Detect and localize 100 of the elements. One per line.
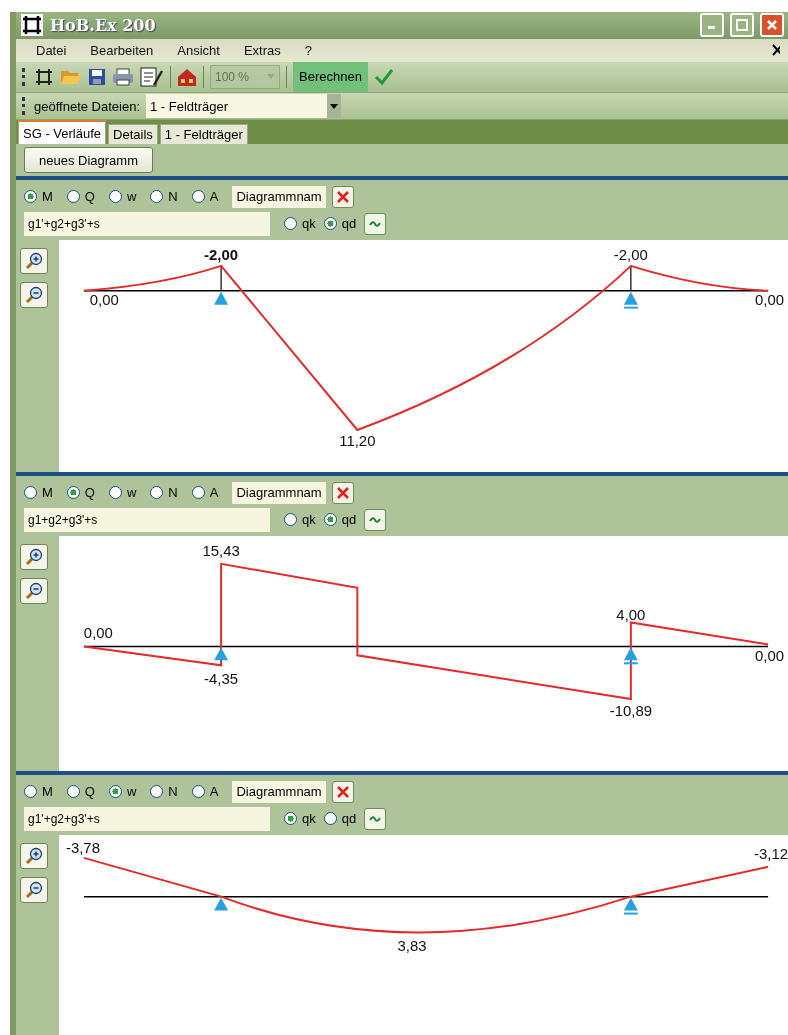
edit-document-icon[interactable] [140,66,164,87]
diagram-name-field[interactable]: Diagrammnam [232,186,326,208]
delete-button[interactable] [331,482,354,504]
value-label: -3,78 [65,839,100,856]
window-title: HoB.Ex 200 [50,15,157,35]
radio-button[interactable]: A [191,485,219,501]
frame-logo-icon [20,13,44,38]
curve-button[interactable] [364,808,387,830]
menu-item[interactable]: Datei [24,42,79,58]
support-icon [214,897,229,911]
calculate-button[interactable]: Berechnen [293,61,368,92]
radio-button[interactable]: qk [284,811,316,827]
zoom-in-icon [24,251,44,271]
frame-icon[interactable] [34,66,54,87]
ordinate-line [630,265,632,292]
close-icon [336,191,349,203]
value-label: -3,12 [754,845,788,862]
support-icon [214,291,229,305]
zoom-out-icon [24,880,44,900]
radio-button[interactable]: Q [66,784,95,800]
delete-button[interactable] [331,186,354,208]
curve-button[interactable] [364,213,387,235]
house-icon[interactable] [177,66,197,87]
radio-button[interactable]: qk [284,512,316,528]
menu-item[interactable]: Ansicht [165,42,232,58]
radio-button[interactable]: M [24,485,53,501]
close-icon[interactable] [772,44,780,57]
zoom-in-button[interactable] [20,248,48,274]
close-button[interactable] [760,13,784,38]
dropdown-arrow-icon [267,74,275,80]
minimize-button[interactable] [700,13,724,38]
radio-button[interactable]: M [24,189,53,205]
curve-button[interactable] [364,509,387,531]
radio-button[interactable]: w [108,189,137,205]
open-files-label: geöffnete Dateien: [34,98,140,114]
value-label: -2,00 [204,246,239,263]
menu-item[interactable]: Extras [231,42,293,58]
tab[interactable]: Details [108,124,158,145]
radio-button[interactable]: N [150,189,178,205]
printer-icon[interactable] [112,67,134,86]
wave-icon [369,815,382,823]
zoom-in-icon [24,547,44,567]
ordinate-line [220,265,222,292]
delete-button[interactable] [331,781,354,803]
value-label: 0,00 [89,291,119,308]
radio-button[interactable]: qd [323,216,357,232]
menu-item[interactable]: ? [292,42,324,58]
formula-field[interactable]: g1'+g2+g3'+s [24,807,270,831]
maximize-icon [736,19,748,32]
formula-field[interactable]: g1'+g2+g3'+s [24,212,270,236]
radio-button[interactable]: Q [66,189,95,205]
value-label: 0,00 [83,625,113,642]
tab[interactable]: SG - Verläufe [18,120,107,145]
support-icon [622,647,639,665]
value-label: 15,43 [202,542,240,559]
close-icon [336,786,349,798]
diagram-name-field[interactable]: Diagrammnam [232,781,326,803]
radio-button[interactable]: qk [284,216,316,232]
menu-item[interactable]: Bearbeiten [78,42,166,58]
zoom-out-button[interactable] [20,877,48,903]
support-icon [214,647,229,661]
value-label: -10,89 [609,703,652,719]
checkmark-icon[interactable] [373,67,394,86]
radio-button[interactable]: N [150,784,178,800]
value-label: 0,00 [755,648,784,665]
tab[interactable]: 1 - Feldträger [159,124,248,145]
radio-button[interactable]: A [191,784,219,800]
maximize-button[interactable] [730,13,754,38]
radio-button[interactable]: w [108,485,137,501]
radio-button[interactable]: N [150,485,178,501]
radio-button[interactable]: Q [66,485,95,501]
new-diagram-button[interactable]: neues Diagramm [24,147,153,174]
zoom-out-button[interactable] [20,578,48,604]
value-label: 0,00 [755,291,784,308]
open-files-dropdown[interactable]: 1 - Feldträger [146,94,341,119]
radio-button[interactable]: qd [323,811,357,827]
support-icon [622,291,639,309]
zoom-out-icon [24,285,44,305]
zoom-in-icon [24,846,44,866]
wave-icon [369,220,382,228]
close-icon [767,20,777,31]
value-label: 4,00 [616,606,646,623]
value-label: 11,20 [339,432,376,449]
value-label: -2,00 [613,246,648,263]
value-label: -4,35 [204,671,239,688]
zoom-out-icon [24,581,44,601]
radio-button[interactable]: A [191,189,219,205]
close-icon [336,487,349,499]
diagram-name-field[interactable]: Diagrammnam [232,482,326,504]
radio-button[interactable]: M [24,784,53,800]
value-label: 3,83 [397,938,427,955]
support-icon [622,897,639,915]
radio-button[interactable]: w [108,784,137,800]
radio-button[interactable]: qd [323,512,357,528]
zoom-in-button[interactable] [20,843,48,869]
zoom-out-button[interactable] [20,282,48,308]
formula-field[interactable]: g1+g2+g3'+s [24,508,270,532]
zoom-in-button[interactable] [20,544,48,570]
wave-icon [369,516,382,524]
save-icon[interactable] [88,67,106,86]
